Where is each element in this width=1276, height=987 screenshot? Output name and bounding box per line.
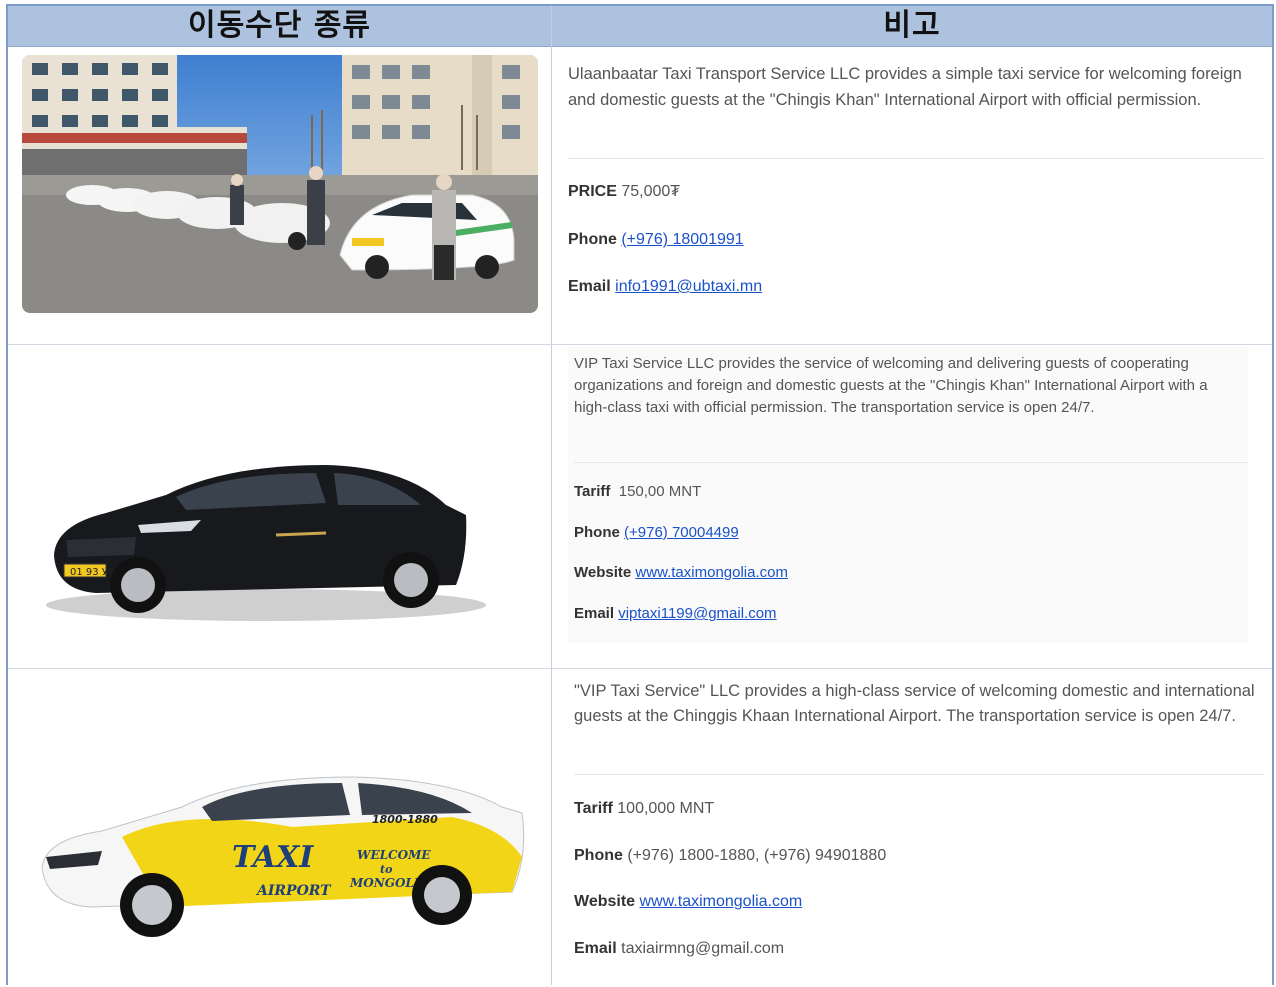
email-label: Email xyxy=(568,278,611,295)
header-remarks: 비고 xyxy=(883,8,941,43)
email-label: Email xyxy=(574,605,615,622)
phone-link[interactable]: (+976) 18001991 xyxy=(621,231,743,248)
intro-text: "VIP Taxi Service" LLC provides a high-c… xyxy=(574,682,1255,725)
transport-table: 이동수단 종류 비고 Ulaanbaatar Taxi Transport Se… xyxy=(6,4,1274,985)
phone-decal: 1800-1880 xyxy=(372,813,438,826)
table-row: Ulaanbaatar Taxi Transport Service LLC p… xyxy=(8,47,1272,345)
price-label: PRICE xyxy=(568,183,617,200)
airport-decal: AIRPORT xyxy=(255,883,332,899)
email-link[interactable]: viptaxi1199@gmail.com xyxy=(618,605,776,622)
phone-label: Phone xyxy=(574,847,623,864)
welcome-decal: WELCOME xyxy=(357,848,431,862)
table-row: TAXI AIRPORT WELCOME to MONGOLIA 1800-18… xyxy=(8,669,1272,987)
tariff-label: Tariff xyxy=(574,483,611,500)
intro-text: Ulaanbaatar Taxi Transport Service LLC p… xyxy=(568,65,1242,109)
divider xyxy=(574,774,1264,775)
tariff-label: Tariff xyxy=(574,800,613,817)
image-cell xyxy=(8,47,551,344)
phone-link[interactable]: (+976) 70004499 xyxy=(624,524,739,541)
description-cell: VIP Taxi Service LLC provides the servic… xyxy=(552,345,1272,668)
email-link[interactable]: info1991@ubtaxi.mn xyxy=(615,278,762,295)
phone-field: Phone (+976) 18001991 xyxy=(568,231,744,249)
tariff-value: 150,00 MNT xyxy=(618,483,702,500)
description-cell: "VIP Taxi Service" LLC provides a high-c… xyxy=(552,669,1272,987)
taxi-decal: TAXI xyxy=(232,840,314,875)
website-link[interactable]: www.taximongolia.com xyxy=(640,893,803,910)
price-field: PRICE 75,000₮ xyxy=(568,183,680,201)
price-value: 75,000₮ xyxy=(621,183,681,200)
divider xyxy=(574,462,1248,463)
table-row: 01 93 УБЕ VIP Taxi Service LLC provides … xyxy=(8,345,1272,669)
phone-field: Phone (+976) 1800-1880, (+976) 94901880 xyxy=(574,847,886,865)
tariff-value: 100,000 MNT xyxy=(617,800,715,817)
website-field: Website www.taximongolia.com xyxy=(574,893,802,911)
phone-value: (+976) 1800-1880, (+976) 94901880 xyxy=(627,847,887,864)
divider xyxy=(568,158,1264,159)
email-label: Email xyxy=(574,940,617,957)
website-label: Website xyxy=(574,893,636,910)
phone-field: Phone (+976) 70004499 xyxy=(574,524,739,541)
phone-label: Phone xyxy=(568,231,617,248)
email-field: Email taxiairmng@gmail.com xyxy=(574,940,784,958)
phone-label: Phone xyxy=(574,524,620,541)
email-field: Email viptaxi1199@gmail.com xyxy=(574,605,777,622)
table-header: 이동수단 종류 비고 xyxy=(8,6,1272,47)
header-transport-type: 이동수단 종류 xyxy=(187,8,372,43)
image-cell: TAXI AIRPORT WELCOME to MONGOLIA 1800-18… xyxy=(8,669,551,987)
intro-text: VIP Taxi Service LLC provides the servic… xyxy=(574,355,1208,416)
image-cell: 01 93 УБЕ xyxy=(8,345,551,668)
yellow-airport-taxi-photo: TAXI AIRPORT WELCOME to MONGOLIA 1800-18… xyxy=(41,776,525,937)
description-cell: Ulaanbaatar Taxi Transport Service LLC p… xyxy=(552,47,1272,344)
black-taxi-photo: 01 93 УБЕ xyxy=(46,465,486,621)
website-field: Website www.taximongolia.com xyxy=(574,564,788,581)
website-label: Website xyxy=(574,564,632,581)
tariff-field: Tariff 100,000 MNT xyxy=(574,800,714,818)
taxi-fleet-photo xyxy=(22,55,538,313)
website-link[interactable]: www.taximongolia.com xyxy=(635,564,788,581)
tariff-field: Tariff 150,00 MNT xyxy=(574,483,701,500)
email-value: taxiairmng@gmail.com xyxy=(621,940,785,957)
to-decal: to xyxy=(380,863,392,876)
email-field: Email info1991@ubtaxi.mn xyxy=(568,278,762,296)
